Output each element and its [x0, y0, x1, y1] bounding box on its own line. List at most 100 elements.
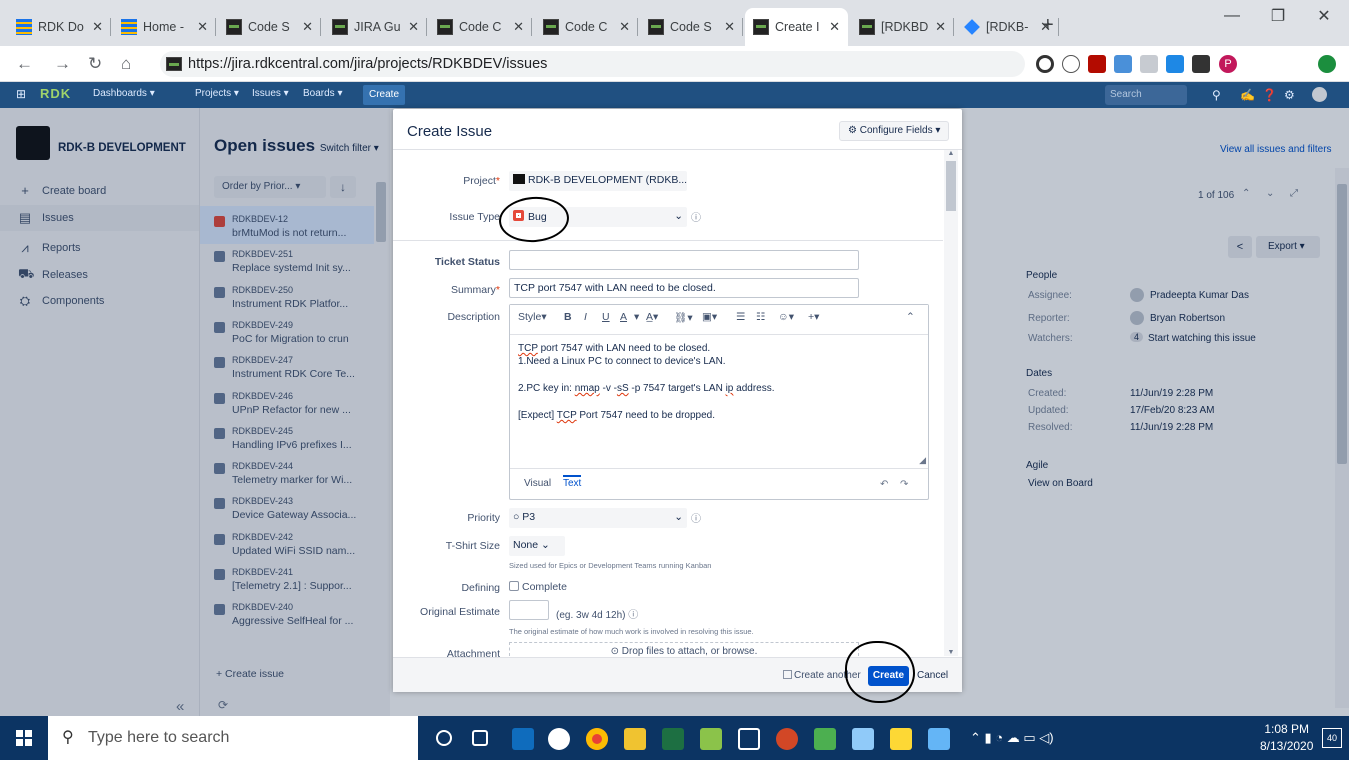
scroll-up-icon[interactable]: ▲: [944, 150, 958, 157]
notification-center-icon[interactable]: 40: [1322, 728, 1342, 748]
extension-mail-icon[interactable]: [1140, 55, 1158, 73]
numbered-list-button[interactable]: ☷: [756, 311, 765, 323]
header-create-button[interactable]: Create: [363, 85, 406, 105]
outlook-icon[interactable]: [512, 728, 534, 750]
powerpoint-icon[interactable]: [776, 728, 798, 750]
cortana-icon[interactable]: [436, 730, 452, 746]
virtualbox-icon[interactable]: [738, 728, 760, 750]
nav-projects[interactable]: Projects ▾: [195, 88, 239, 99]
tshirt-size-select[interactable]: None ⌄: [509, 536, 565, 556]
undo-icon[interactable]: ↶: [880, 479, 888, 490]
header-search-input[interactable]: Search: [1105, 85, 1187, 105]
cancel-link[interactable]: Cancel: [917, 670, 948, 681]
user-avatar[interactable]: [1312, 87, 1327, 102]
network-app-icon[interactable]: [814, 728, 836, 750]
browser-tab[interactable]: Code C ✕: [429, 8, 532, 46]
paint-icon[interactable]: [852, 728, 874, 750]
url-field[interactable]: https://jira.rdkcentral.com/jira/project…: [160, 51, 1025, 77]
dialog-scrollbar[interactable]: ▲ ▼: [944, 150, 958, 656]
text-tab[interactable]: Text: [563, 475, 582, 489]
more-formatting-button[interactable]: A̲▾: [646, 311, 658, 323]
browser-tab[interactable]: RDK Do ✕: [8, 8, 111, 46]
original-estimate-input[interactable]: [509, 600, 549, 620]
summary-input[interactable]: TCP port 7547 with LAN need to be closed…: [509, 278, 859, 298]
tab-close-icon[interactable]: ✕: [513, 19, 524, 35]
browser-tab[interactable]: Code C ✕: [535, 8, 638, 46]
extension-green-icon[interactable]: [1318, 55, 1336, 73]
tab-close-icon[interactable]: ✕: [408, 19, 419, 35]
settings-gear-icon[interactable]: ⚙: [1284, 88, 1295, 102]
home-icon[interactable]: ⌂: [121, 54, 131, 74]
help-icon[interactable]: ❓: [1262, 88, 1277, 102]
excel-icon[interactable]: [662, 728, 684, 750]
link-button[interactable]: ⛓▾: [674, 311, 693, 324]
windows-start-icon[interactable]: [16, 730, 32, 746]
ticket-status-input[interactable]: [509, 250, 859, 270]
tab-close-icon[interactable]: ✕: [724, 19, 735, 35]
text-color-dropdown[interactable]: ▾: [634, 311, 639, 323]
maximize-button[interactable]: ❐: [1255, 0, 1301, 32]
tab-close-icon[interactable]: ✕: [197, 19, 208, 35]
feedback-icon[interactable]: ✍: [1240, 88, 1255, 102]
emoji-button[interactable]: ☺▾: [778, 311, 794, 323]
scroll-thumb[interactable]: [946, 161, 956, 211]
text-color-button[interactable]: A: [620, 311, 627, 323]
clock[interactable]: 1:08 PM 8/13/2020: [1260, 721, 1313, 755]
search-icon[interactable]: ⚲: [1212, 88, 1221, 102]
profile-avatar[interactable]: P: [1219, 55, 1237, 73]
nav-dashboards[interactable]: Dashboards ▾: [93, 88, 155, 99]
nav-issues[interactable]: Issues ▾: [252, 88, 289, 99]
browser-tab[interactable]: Code S ✕: [218, 8, 321, 46]
rdk-logo[interactable]: RDK: [40, 86, 71, 101]
tab-close-icon[interactable]: ✕: [92, 19, 103, 35]
back-icon[interactable]: ←: [16, 54, 33, 74]
description-text-area[interactable]: TCP port 7547 with LAN need to be closed…: [510, 336, 928, 468]
attachment-dropzone[interactable]: ⊙ Drop files to attach, or browse.: [509, 642, 859, 656]
app-icon-1[interactable]: [700, 728, 722, 750]
extension-grid-icon[interactable]: [1166, 55, 1184, 73]
browser-tab[interactable]: JIRA Gu ✕: [324, 8, 427, 46]
extension-circle-icon[interactable]: [1036, 55, 1054, 73]
extensions-puzzle-icon[interactable]: [1192, 55, 1210, 73]
underline-button[interactable]: U: [602, 311, 610, 323]
tab-close-icon[interactable]: ✕: [619, 19, 630, 35]
chrome-icon[interactable]: [586, 728, 608, 750]
extension-v-icon[interactable]: [1062, 55, 1080, 73]
priority-help-icon[interactable]: ⓘ: [691, 510, 701, 525]
tab-close-icon[interactable]: ✕: [829, 19, 840, 35]
browser-tab[interactable]: Code S ✕: [640, 8, 743, 46]
nav-boards[interactable]: Boards ▾: [303, 88, 342, 99]
browser-tab[interactable]: Home - ✕: [113, 8, 216, 46]
tab-close-icon[interactable]: ✕: [302, 19, 313, 35]
sticky-notes-icon[interactable]: [890, 728, 912, 750]
file-explorer-icon[interactable]: [624, 728, 646, 750]
slack-icon[interactable]: [548, 728, 570, 750]
visual-tab[interactable]: Visual: [524, 478, 551, 489]
task-view-icon[interactable]: [472, 730, 488, 746]
app-switcher-icon[interactable]: ⊞: [16, 87, 26, 101]
app-icon-2[interactable]: [928, 728, 950, 750]
project-select[interactable]: RDK-B DEVELOPMENT (RDKB...⌄: [509, 171, 687, 191]
insert-more-button[interactable]: +▾: [808, 311, 819, 323]
tab-close-icon[interactable]: ✕: [935, 19, 946, 35]
forward-icon[interactable]: →: [54, 54, 71, 74]
issue-type-help-icon[interactable]: ⓘ: [691, 209, 701, 224]
priority-select[interactable]: ○ P3 ⌄: [509, 508, 687, 528]
minimize-button[interactable]: —: [1209, 0, 1255, 32]
configure-fields-button[interactable]: ⚙ Configure Fields ▾: [839, 121, 950, 141]
acrobat-icon[interactable]: [1088, 55, 1106, 73]
extension-blue-icon[interactable]: [1114, 55, 1132, 73]
browser-tab[interactable]: Create I ✕: [745, 8, 848, 46]
window-close-button[interactable]: ✕: [1301, 0, 1347, 32]
bold-button[interactable]: B: [564, 311, 572, 323]
bullet-list-button[interactable]: ☰: [736, 311, 745, 323]
estimate-help-icon[interactable]: ⓘ: [628, 610, 638, 621]
reload-icon[interactable]: ↻: [88, 54, 102, 74]
description-editor[interactable]: Style▾ B I U A ▾ A̲▾ ⛓▾ ▣▾ ☰ ☷ ☺▾ +▾ ⌃ T…: [509, 304, 929, 500]
redo-icon[interactable]: ↷: [900, 479, 908, 490]
attachment-button[interactable]: ▣▾: [702, 311, 717, 323]
system-tray-icons[interactable]: ⌃ ▮ ◔ ☁ ▭ ◁): [970, 730, 1054, 746]
taskbar-search-input[interactable]: ⚲ Type here to search: [48, 716, 418, 760]
defining-complete-checkbox[interactable]: Complete: [509, 581, 567, 593]
resize-handle-icon[interactable]: ◢: [919, 455, 926, 466]
